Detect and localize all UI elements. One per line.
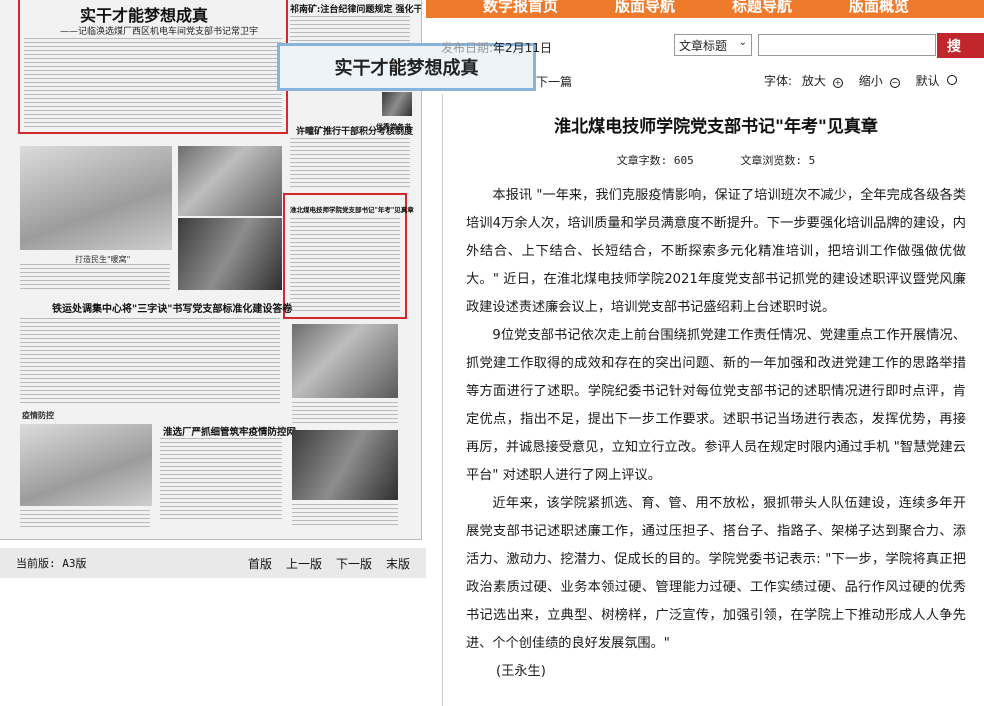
paper-section-label: 疫情防控 <box>22 411 54 420</box>
paper-photo <box>178 218 282 290</box>
font-zoom-out-label: 缩小 <box>858 74 883 88</box>
paper-headline-bottom[interactable]: 淮选厂严抓细管筑牢疫情防控网 <box>163 424 296 438</box>
paper-text-block <box>290 218 400 312</box>
search-input[interactable] <box>758 34 936 56</box>
nav-home[interactable]: 数字报首页 <box>483 0 558 14</box>
search-type-value: 文章标题 <box>679 39 728 53</box>
paper-text-block <box>24 38 282 130</box>
paper-photo <box>20 424 152 506</box>
vertical-divider <box>442 94 443 706</box>
article-paragraph: 本报讯 "一年来，我们克服疫情影响，保证了培训班次不减少，全年完成各级各类培训4… <box>466 188 966 315</box>
paper-photo <box>382 92 412 116</box>
paper-text-block <box>290 138 410 188</box>
article-word-count: 文章字数: 605 <box>616 154 694 167</box>
next-page-link[interactable]: 下一版 <box>336 555 372 572</box>
publish-date-value: 年2月11日 <box>493 41 552 55</box>
paper-text-block <box>292 504 398 528</box>
font-label: 字体: <box>764 74 793 88</box>
paper-photo <box>292 324 398 398</box>
nav-page-navigation[interactable]: 版面导航 <box>615 0 675 14</box>
font-default-label: 默认 <box>915 74 940 88</box>
chevron-down-icon: ⌄ <box>738 37 747 48</box>
paper-headline-right-2[interactable]: 许疃矿推行干部积分考核制度 <box>296 124 413 137</box>
paper-headline-right-top[interactable]: 祁南矿:注台纪律问题规定 强化干部作风建设 <box>290 2 421 15</box>
paper-headline-sub: ——记临涣选煤厂西区机电车间党支部书记常卫宇 <box>60 27 259 37</box>
article-paragraph: 9位党支部书记依次走上前台围绕抓党建工作责任情况、党建重点工作开展情况、抓党建工… <box>466 328 966 483</box>
search-button[interactable]: 搜 索 <box>937 33 984 75</box>
article-views: 文章浏览数: 5 <box>740 154 816 167</box>
nav-title-navigation[interactable]: 标题导航 <box>732 0 792 14</box>
font-size-controls: 字体: 放大 + 缩小 − 默认 <box>764 72 969 89</box>
article-toolbar: 下一篇 字体: 放大 + 缩小 − 默认 <box>426 70 984 92</box>
article-author: (王永生) <box>496 664 546 679</box>
font-default[interactable]: 默认 <box>916 74 963 88</box>
paper-text-block <box>20 318 280 404</box>
page-navigation-bar: 当前版: A3版 首版 上一版 下一版 末版 <box>0 548 426 578</box>
paper-photo <box>178 146 282 216</box>
paper-headline-main: 实干才能梦想成真 <box>80 6 209 25</box>
paper-text-block <box>20 510 150 530</box>
publish-date-prefix: 发布日期: <box>441 41 494 55</box>
font-zoom-in-label: 放大 <box>801 74 826 88</box>
article-content: 淮北煤电技师学院党支部书记"年考"见真章 文章字数: 605 文章浏览数: 5 … <box>466 100 966 686</box>
font-zoom-out[interactable]: 缩小 − <box>859 74 906 88</box>
current-page-label: 当前版: A3版 <box>16 557 87 570</box>
publish-date: 发布日期:年2月11日 <box>441 39 552 56</box>
nav-page-overview[interactable]: 版面概览 <box>849 0 909 14</box>
paper-headline-highlight: 淮北煤电技师学院党支部书记"年考"见真章 <box>290 206 414 214</box>
next-article-link[interactable]: 下一篇 <box>536 73 572 90</box>
paper-photo <box>292 430 398 500</box>
paper-text-block <box>160 438 282 522</box>
paper-headline-mid[interactable]: 铁运处调集中心将"三字诀"书写党支部标准化建设答卷 <box>52 300 292 315</box>
newspaper-panel: 实干才能梦想成真 ——记临涣选煤厂西区机电车间党支部书记常卫宇 祁南矿:注台纪律… <box>0 0 426 706</box>
plus-circle-icon: + <box>832 78 843 88</box>
search-type-select[interactable]: 文章标题 ⌄ <box>674 34 752 56</box>
article-title: 淮北煤电技师学院党支部书记"年考"见真章 <box>554 117 878 137</box>
paper-photo <box>20 146 172 250</box>
minus-circle-icon: − <box>889 78 900 88</box>
article-paragraph: 近年来，该学院紧抓选、育、管、用不放松，狠抓带头人队伍建设，连续多年开展党支部书… <box>466 496 966 651</box>
article-meta: 文章字数: 605 文章浏览数: 5 <box>466 152 966 168</box>
article-body: 本报讯 "一年来，我们克服疫情影响，保证了培训班次不减少，全年完成各级各类培训4… <box>466 182 966 658</box>
last-page-link[interactable]: 末版 <box>386 555 410 572</box>
circle-icon <box>946 75 957 85</box>
paper-text-block <box>20 264 170 292</box>
search-row: 发布日期:年2月11日 文章标题 ⌄ 搜 索 <box>426 28 984 75</box>
font-zoom-in[interactable]: 放大 + <box>802 74 849 88</box>
first-page-link[interactable]: 首版 <box>248 555 272 572</box>
prev-page-link[interactable]: 上一版 <box>286 555 322 572</box>
top-nav-bar: 数字报首页 版面导航 标题导航 版面概览 <box>426 0 984 18</box>
paper-text-block <box>292 402 398 424</box>
